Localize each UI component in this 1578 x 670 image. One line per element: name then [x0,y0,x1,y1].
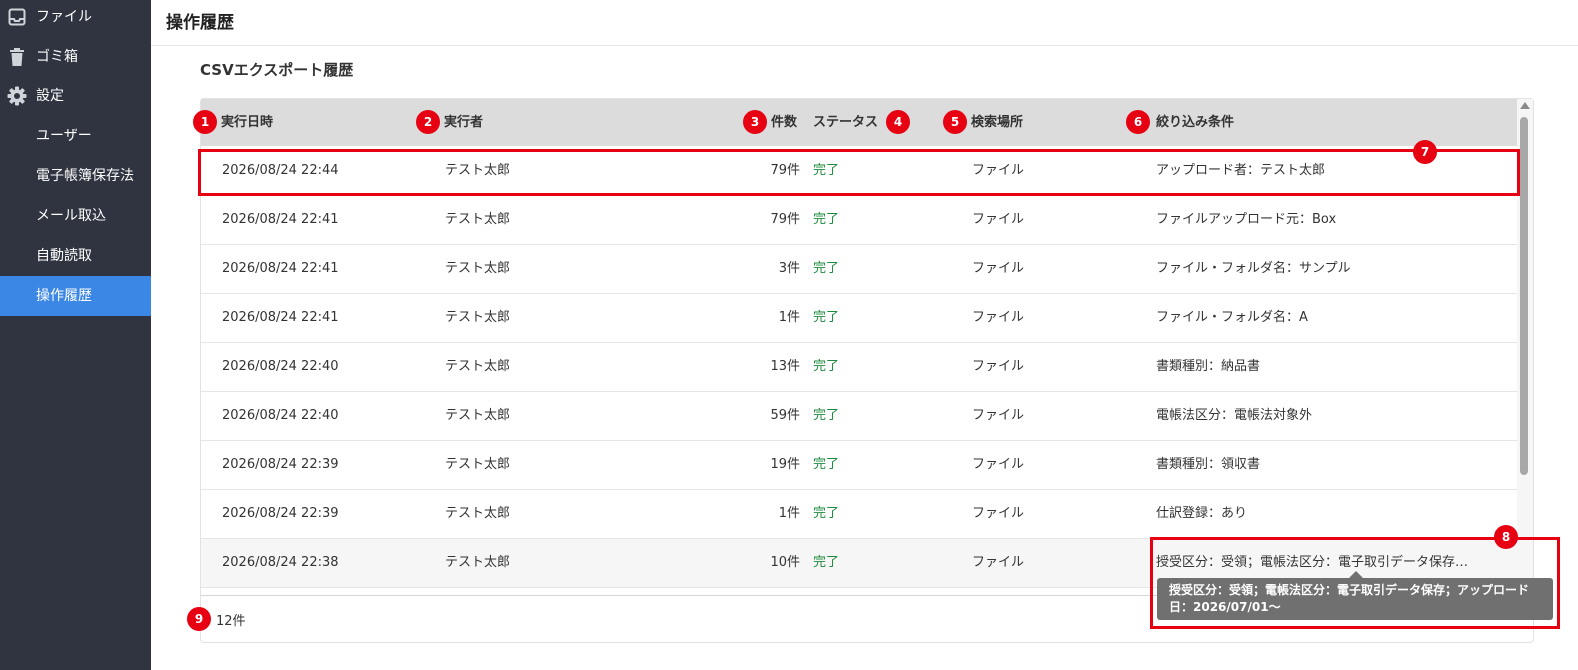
cell-place: ファイル [972,457,1025,472]
cell-place: ファイル [972,310,1025,325]
cell-user: テスト太郎 [445,359,511,374]
highlight-box-tooltip [1150,537,1560,629]
cell-place: ファイル [972,506,1025,521]
cell-status: 完了 [813,457,840,472]
annotation-marker: 8 [1494,525,1518,549]
cell-condition: 書類種別：納品書 [1156,359,1261,374]
annotation-marker: 7 [1413,140,1437,164]
cell-user: テスト太郎 [445,408,511,423]
sidebar: ファイル ゴミ箱 設定 ユーザー 電子帳簿保存法 メール取込 自動読取 操作履歴 [0,0,151,670]
annotation-marker: 1 [193,110,217,134]
cell-condition: ファイル・フォルダ名：サンプル [1156,261,1351,276]
cell-condition: ファイル・フォルダ名：A [1156,310,1308,325]
sidebar-item-label: 電子帳簿保存法 [36,168,134,184]
inbox-icon [7,7,27,27]
cell-user: テスト太郎 [445,506,511,521]
cell-status: 完了 [813,506,840,521]
cell-date: 2026/08/24 22:41 [222,261,339,276]
cell-status: 完了 [813,359,840,374]
sidebar-item-label: メール取込 [36,208,106,224]
cell-user: テスト太郎 [445,457,511,472]
sidebar-item-mail-import[interactable]: メール取込 [0,196,151,236]
cell-date: 2026/08/24 22:39 [222,506,339,521]
cell-date: 2026/08/24 22:40 [222,408,339,423]
cell-status: 完了 [813,555,840,570]
sidebar-item-label: ユーザー [36,128,92,144]
sidebar-item-users[interactable]: ユーザー [0,116,151,156]
cell-count: 1件 [778,506,800,521]
cell-count: 59件 [770,408,800,423]
sidebar-item-label: 操作履歴 [36,288,92,304]
cell-user: テスト太郎 [445,261,511,276]
total-count: 12件 [216,614,246,629]
cell-date: 2026/08/24 22:39 [222,457,339,472]
table-row[interactable]: 2026/08/24 22:39 テスト太郎 19件 完了 ファイル 書類種別：領収書 [201,441,1517,490]
cell-user: テスト太郎 [445,555,511,570]
cell-status: 完了 [813,408,840,423]
sidebar-item-e-book-law[interactable]: 電子帳簿保存法 [0,156,151,196]
table-row[interactable]: 2026/08/24 22:39 テスト太郎 1件 完了 ファイル 仕訳登録：あり [201,490,1517,539]
column-header-place[interactable]: 検索場所 [971,99,1023,146]
header-divider [151,45,1578,46]
column-header-count[interactable]: 件数 [771,99,797,146]
section-title: CSVエクスポート履歴 [200,61,354,79]
cell-count: 13件 [770,359,800,374]
gear-icon [7,86,27,106]
annotation-marker: 3 [743,110,767,134]
cell-user: テスト太郎 [445,310,511,325]
table-row[interactable]: 2026/08/24 22:40 テスト太郎 59件 完了 ファイル 電帳法区分：電帳法対… [201,392,1517,441]
column-header-user[interactable]: 実行者 [444,99,483,146]
sidebar-item-label: ファイル [36,9,92,25]
cell-count: 10件 [770,555,800,570]
cell-count: 19件 [770,457,800,472]
cell-status: 完了 [813,212,840,227]
trash-icon [7,47,27,67]
cell-condition: 電帳法区分：電帳法対象外 [1156,408,1313,423]
cell-count: 79件 [770,212,800,227]
sidebar-item-operation-history[interactable]: 操作履歴 [0,276,151,316]
cell-date: 2026/08/24 22:41 [222,212,339,227]
cell-place: ファイル [972,359,1025,374]
cell-place: ファイル [972,408,1025,423]
scroll-up-icon[interactable] [1520,102,1530,109]
sidebar-item-files[interactable]: ファイル [0,0,151,37]
sidebar-item-label: 自動読取 [36,248,92,264]
highlight-box-row [198,149,1520,196]
cell-date: 2026/08/24 22:38 [222,555,339,570]
page-title: 操作履歴 [166,13,234,33]
cell-condition: 仕訳登録：あり [1156,506,1248,521]
cell-condition: ファイルアップロード元：Box [1156,212,1337,227]
scrollbar-thumb[interactable] [1520,117,1528,475]
cell-date: 2026/08/24 22:40 [222,359,339,374]
sidebar-item-label: 設定 [36,88,64,104]
cell-status: 完了 [813,310,840,325]
annotation-marker: 5 [943,110,967,134]
table-header: 実行日時 実行者 件数 ステータス 検索場所 絞り込み条件 [201,99,1517,146]
cell-date: 2026/08/24 22:41 [222,310,339,325]
table-row[interactable]: 2026/08/24 22:41 テスト太郎 1件 完了 ファイル ファイル・フォルダ名：… [201,294,1517,343]
column-header-date[interactable]: 実行日時 [221,99,273,146]
cell-place: ファイル [972,555,1025,570]
annotation-marker: 4 [886,110,910,134]
table-row[interactable]: 2026/08/24 22:41 テスト太郎 79件 完了 ファイル ファイルアップロード… [201,196,1517,245]
annotation-marker: 2 [416,110,440,134]
cell-status: 完了 [813,261,840,276]
annotation-marker: 6 [1126,110,1150,134]
sidebar-item-trash[interactable]: ゴミ箱 [0,37,151,77]
annotation-marker: 9 [187,607,211,631]
cell-count: 3件 [778,261,800,276]
sidebar-item-auto-read[interactable]: 自動読取 [0,236,151,276]
sidebar-item-settings[interactable]: 設定 [0,76,151,116]
column-header-condition[interactable]: 絞り込み条件 [1156,99,1234,146]
cell-condition: 書類種別：領収書 [1156,457,1261,472]
cell-user: テスト太郎 [445,212,511,227]
table-row[interactable]: 2026/08/24 22:40 テスト太郎 13件 完了 ファイル 書類種別：納品書 [201,343,1517,392]
cell-place: ファイル [972,212,1025,227]
cell-count: 1件 [778,310,800,325]
sidebar-item-label: ゴミ箱 [36,49,78,65]
cell-place: ファイル [972,261,1025,276]
table-row[interactable]: 2026/08/24 22:41 テスト太郎 3件 完了 ファイル ファイル・フォルダ名：… [201,245,1517,294]
column-header-status[interactable]: ステータス [813,99,878,146]
